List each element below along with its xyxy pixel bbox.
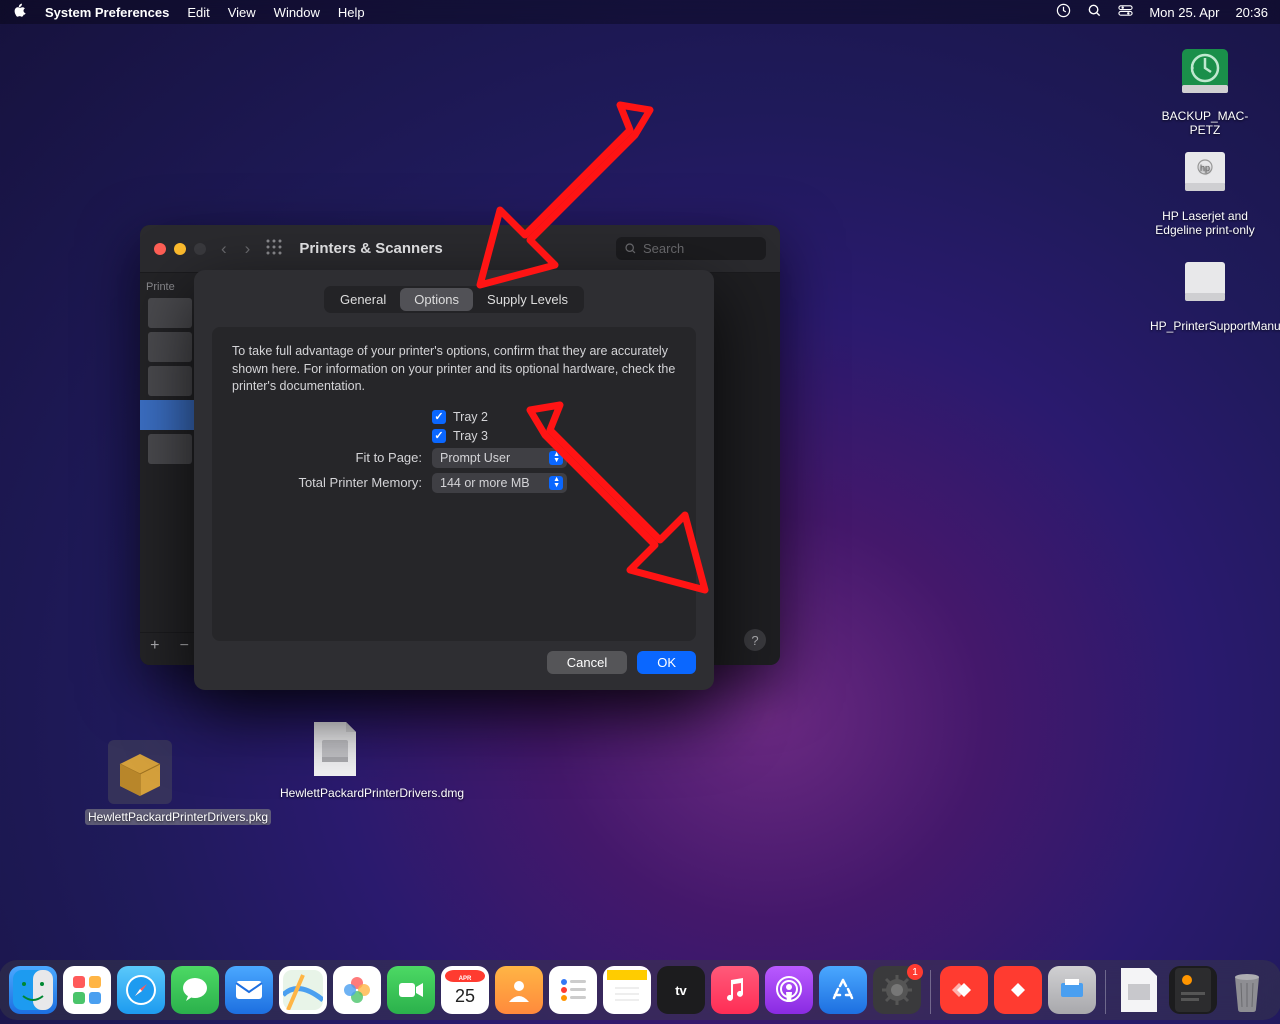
package-icon bbox=[108, 740, 172, 804]
reminders-icon[interactable] bbox=[549, 966, 597, 1014]
svg-text:25: 25 bbox=[455, 986, 475, 1006]
notes-icon[interactable] bbox=[603, 966, 651, 1014]
tray2-label: Tray 2 bbox=[453, 410, 488, 424]
spotlight-icon[interactable] bbox=[1087, 3, 1102, 21]
desktop-label: BACKUP_MAC-PETZ bbox=[1162, 109, 1249, 137]
options-description: To take full advantage of your printer's… bbox=[232, 343, 676, 396]
desktop-label: HP_PrinterSupportManual bbox=[1150, 319, 1280, 333]
help-button[interactable]: ? bbox=[744, 629, 766, 651]
tab-segmented-control: General Options Supply Levels bbox=[324, 286, 584, 313]
appstore-icon[interactable] bbox=[819, 966, 867, 1014]
menu-view[interactable]: View bbox=[228, 5, 256, 20]
menubar: System Preferences Edit View Window Help… bbox=[0, 0, 1280, 24]
fit-to-page-label: Fit to Page: bbox=[232, 450, 432, 465]
total-memory-select[interactable]: 144 or more MB▲▼ bbox=[432, 473, 567, 493]
window-titlebar: ‹ › Printers & Scanners Search bbox=[140, 225, 780, 273]
calendar-icon[interactable]: APR 25 bbox=[441, 966, 489, 1014]
printer-item[interactable] bbox=[148, 332, 192, 362]
desktop-label: HewlettPackardPrinterDrivers.dmg bbox=[280, 786, 464, 800]
printer-item[interactable] bbox=[148, 434, 192, 464]
contacts-icon[interactable] bbox=[495, 966, 543, 1014]
show-all-button[interactable] bbox=[265, 238, 283, 259]
svg-text:hp: hp bbox=[1200, 163, 1210, 173]
system-preferences-icon[interactable]: 1 bbox=[873, 966, 921, 1014]
timemachine-icon[interactable] bbox=[1056, 3, 1071, 21]
mail-icon[interactable] bbox=[225, 966, 273, 1014]
desktop-hp-drive[interactable]: hp HP Laserjet and Edgeline print-only bbox=[1150, 140, 1260, 238]
dock-pkg-icon[interactable] bbox=[1115, 966, 1163, 1014]
music-icon[interactable] bbox=[711, 966, 759, 1014]
desktop-backup-drive[interactable]: BACKUP_MAC-PETZ bbox=[1150, 40, 1260, 138]
dock-doc-icon[interactable] bbox=[1169, 966, 1217, 1014]
tab-options[interactable]: Options bbox=[400, 288, 473, 311]
apple-menu[interactable] bbox=[12, 3, 27, 21]
printer-item[interactable] bbox=[148, 366, 192, 396]
desktop-label: HP Laserjet and Edgeline print-only bbox=[1155, 209, 1254, 237]
tray3-label: Tray 3 bbox=[453, 429, 488, 443]
anydesk-icon[interactable] bbox=[940, 966, 988, 1014]
dmg-icon bbox=[303, 717, 367, 781]
forward-button[interactable]: › bbox=[242, 239, 254, 259]
desktop-dmg[interactable]: HewlettPackardPrinterDrivers.dmg bbox=[280, 717, 390, 800]
menu-edit[interactable]: Edit bbox=[187, 5, 209, 20]
search-field[interactable]: Search bbox=[616, 237, 766, 260]
dock: APR 25 tv 1 bbox=[0, 960, 1280, 1020]
badge: 1 bbox=[907, 964, 923, 980]
desktop-label: HewlettPackardPrinterDrivers.pkg bbox=[85, 809, 271, 825]
back-button[interactable]: ‹ bbox=[218, 239, 230, 259]
anydesk-alt-icon[interactable] bbox=[994, 966, 1042, 1014]
menu-help[interactable]: Help bbox=[338, 5, 365, 20]
fit-to-page-select[interactable]: Prompt User▲▼ bbox=[432, 448, 567, 468]
maps-icon[interactable] bbox=[279, 966, 327, 1014]
cancel-button[interactable]: Cancel bbox=[547, 651, 627, 674]
dock-separator bbox=[1105, 970, 1106, 1014]
trash-icon[interactable] bbox=[1223, 966, 1271, 1014]
desktop-pkg[interactable]: HewlettPackardPrinterDrivers.pkg bbox=[85, 740, 195, 825]
ok-button[interactable]: OK bbox=[637, 651, 696, 674]
timemachine-disk-icon bbox=[1173, 40, 1237, 104]
appletv-icon[interactable]: tv bbox=[657, 966, 705, 1014]
tab-supply-levels[interactable]: Supply Levels bbox=[473, 288, 582, 311]
tab-general[interactable]: General bbox=[326, 288, 400, 311]
menubar-date[interactable]: Mon 25. Apr bbox=[1149, 5, 1219, 20]
zoom-button[interactable] bbox=[194, 243, 206, 255]
sidebar-header: Printe bbox=[140, 279, 181, 295]
search-placeholder: Search bbox=[643, 241, 684, 256]
desktop-hp-manual[interactable]: HP_PrinterSupportManual bbox=[1150, 250, 1260, 333]
hp-utility-icon[interactable] bbox=[1048, 966, 1096, 1014]
dock-separator bbox=[930, 970, 931, 1014]
options-sheet: General Options Supply Levels To take fu… bbox=[194, 270, 714, 690]
add-printer-button[interactable]: + bbox=[140, 633, 170, 659]
printer-item[interactable] bbox=[148, 298, 192, 328]
photos-icon[interactable] bbox=[333, 966, 381, 1014]
messages-icon[interactable] bbox=[171, 966, 219, 1014]
podcasts-icon[interactable] bbox=[765, 966, 813, 1014]
svg-text:tv: tv bbox=[675, 983, 687, 998]
disk-icon: hp bbox=[1173, 140, 1237, 204]
safari-icon[interactable] bbox=[117, 966, 165, 1014]
finder-icon[interactable] bbox=[9, 966, 57, 1014]
svg-text:APR: APR bbox=[459, 976, 472, 982]
traffic-lights bbox=[154, 243, 206, 255]
app-name[interactable]: System Preferences bbox=[45, 5, 169, 20]
facetime-icon[interactable] bbox=[387, 966, 435, 1014]
close-button[interactable] bbox=[154, 243, 166, 255]
printers-sidebar: Printe + − bbox=[140, 273, 200, 665]
tray3-checkbox[interactable] bbox=[432, 429, 446, 443]
disk-icon bbox=[1173, 250, 1237, 314]
window-title: Printers & Scanners bbox=[299, 240, 442, 257]
menubar-time[interactable]: 20:36 bbox=[1235, 5, 1268, 20]
launchpad-icon[interactable] bbox=[63, 966, 111, 1014]
menu-window[interactable]: Window bbox=[274, 5, 320, 20]
total-memory-label: Total Printer Memory: bbox=[232, 475, 432, 490]
tray2-checkbox[interactable] bbox=[432, 410, 446, 424]
minimize-button[interactable] bbox=[174, 243, 186, 255]
control-center-icon[interactable] bbox=[1118, 3, 1133, 21]
